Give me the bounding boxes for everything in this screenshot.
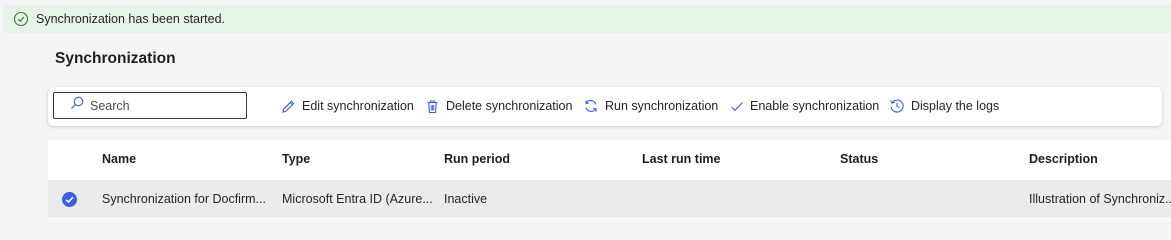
history-icon	[890, 99, 904, 113]
column-header-last-run-time[interactable]: Last run time	[642, 152, 721, 166]
cell-run-period: Inactive	[444, 192, 488, 206]
delete-synchronization-button[interactable]: Delete synchronization	[425, 97, 572, 115]
row-selected-checkbox[interactable]	[62, 192, 77, 207]
delete-synchronization-label: Delete synchronization	[446, 99, 573, 113]
check-circle-icon	[13, 11, 29, 27]
sync-icon	[585, 100, 597, 112]
cell-name: Synchronization for Docfirm...	[102, 192, 266, 206]
trash-icon	[427, 100, 438, 113]
run-synchronization-button[interactable]: Run synchronization	[583, 97, 718, 115]
display-logs-label: Display the logs	[911, 99, 1000, 113]
enable-synchronization-button[interactable]: Enable synchronization	[730, 97, 879, 115]
search-input[interactable]	[90, 98, 240, 113]
display-logs-button[interactable]: Display the logs	[889, 97, 999, 115]
cell-description: Illustration of Synchroniz...	[1029, 192, 1171, 206]
check-circle-filled-icon	[62, 192, 77, 207]
run-synchronization-label: Run synchronization	[605, 99, 719, 113]
column-header-run-period[interactable]: Run period	[444, 152, 510, 166]
search-icon	[70, 96, 84, 115]
synchronization-table: Name Type Run period Last run time Statu…	[48, 140, 1171, 219]
checkmark-icon	[731, 102, 743, 112]
search-box[interactable]	[53, 92, 247, 119]
column-header-name[interactable]: Name	[102, 152, 136, 166]
edit-synchronization-label: Edit synchronization	[302, 99, 414, 113]
success-banner: Synchronization has been started.	[3, 5, 1171, 33]
banner-message: Synchronization has been started.	[36, 12, 226, 26]
column-header-description[interactable]: Description	[1029, 152, 1098, 166]
page-title: Synchronization	[55, 50, 176, 67]
toolbar: Edit synchronization Delete synchronizat…	[48, 87, 1162, 126]
column-header-status[interactable]: Status	[840, 152, 878, 166]
pencil-icon	[282, 100, 295, 113]
cell-type: Microsoft Entra ID (Azure...	[282, 192, 433, 206]
enable-synchronization-label: Enable synchronization	[750, 99, 880, 113]
column-header-type[interactable]: Type	[282, 152, 310, 166]
edit-synchronization-button[interactable]: Edit synchronization	[281, 97, 414, 115]
table-row[interactable]: Synchronization for Docfirm... Microsoft…	[48, 180, 1171, 218]
